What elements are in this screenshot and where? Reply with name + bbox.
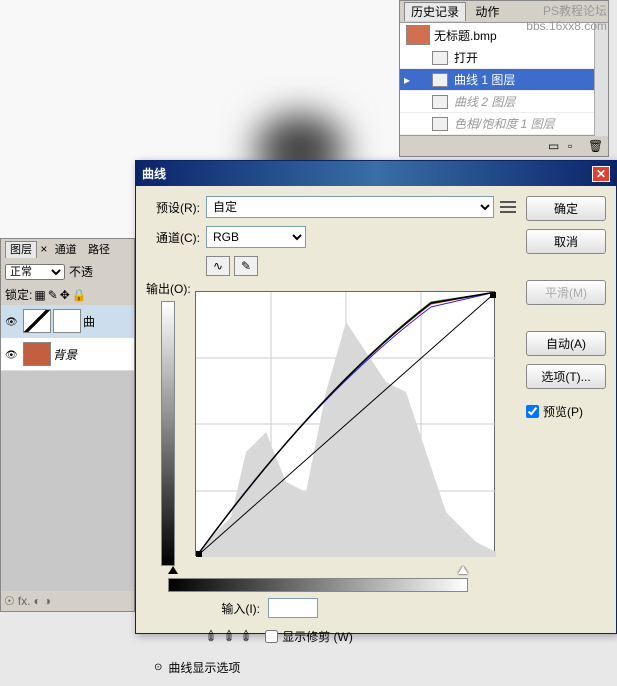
display-options-toggle[interactable]: ⊙ 曲线显示选项 — [154, 659, 516, 676]
lock-row: 锁定: ▦ ✎ ✥ 🔒 — [1, 284, 134, 305]
lock-paint-icon[interactable]: ✎ — [48, 288, 58, 302]
show-clipping-label: 显示修剪 (W) — [282, 628, 353, 645]
blend-mode-select[interactable]: 正常 — [5, 264, 65, 280]
show-clipping-checkbox[interactable] — [265, 630, 278, 643]
eyedropper-group: ✐ ✐ ✐ — [206, 628, 253, 645]
opacity-label: 不透 — [69, 263, 93, 280]
preset-menu-icon[interactable] — [500, 201, 516, 213]
tab-channels[interactable]: 通道 — [51, 242, 81, 258]
curve-graph[interactable] — [195, 291, 495, 556]
tab-paths[interactable]: 路径 — [84, 242, 114, 258]
layer-thumb-curves — [23, 309, 51, 333]
snapshot-thumb — [406, 25, 430, 45]
close-icon[interactable]: ✕ — [592, 166, 610, 182]
doc-icon — [432, 73, 448, 87]
history-scrollbar[interactable] — [594, 23, 608, 136]
chevron-icon: ⊙ — [154, 662, 162, 673]
auto-button[interactable]: 自动(A) — [526, 331, 606, 356]
input-label: 输入(I): — [206, 600, 260, 617]
lock-all-icon[interactable]: 🔒 — [72, 288, 87, 302]
history-item[interactable]: 打开 — [400, 47, 608, 69]
tab-layers[interactable]: 图层 — [5, 241, 37, 258]
lock-transparent-icon[interactable]: ▦ — [34, 288, 45, 302]
history-footer: ▭ ▫ 🗑 — [400, 135, 608, 156]
layers-footer: ☉ fx. ◐ ◑ — [1, 591, 134, 611]
channel-select[interactable]: RGB — [206, 226, 306, 248]
output-label: 输出(O): — [146, 280, 191, 297]
white-point-slider[interactable] — [458, 566, 468, 574]
curves-dialog: 曲线 ✕ 预设(R): 自定 通道(C): RGB ∿ ✎ 输出(O): — [135, 160, 617, 634]
smooth-button[interactable]: 平滑(M) — [526, 280, 606, 305]
history-item[interactable]: 曲线 2 图层 — [400, 91, 608, 113]
history-item[interactable]: ▸ 曲线 1 图层 — [400, 69, 608, 91]
new-doc-icon[interactable]: ▫ — [568, 139, 582, 153]
visibility-icon[interactable] — [5, 347, 19, 361]
new-snapshot-icon[interactable]: ▭ — [548, 139, 562, 153]
mask-icon[interactable]: ◐ — [33, 594, 40, 608]
layers-empty-area — [1, 371, 134, 591]
channel-label: 通道(C): — [146, 229, 200, 246]
doc-icon — [432, 51, 448, 65]
layer-thumb-photo — [23, 342, 51, 366]
input-sliders[interactable] — [168, 566, 468, 576]
adjust-icon[interactable]: ◑ — [44, 594, 51, 608]
layers-tabs: 图层 × 通道 路径 — [1, 239, 134, 259]
history-item[interactable]: 色相/饱和度 1 图层 — [400, 113, 608, 135]
cancel-button[interactable]: 取消 — [526, 229, 606, 254]
watermark: PS教程论坛 bbs.16xx8.com — [526, 2, 607, 33]
doc-icon — [432, 117, 448, 131]
history-list: 打开 ▸ 曲线 1 图层 曲线 2 图层 色相/饱和度 1 图层 — [400, 47, 608, 135]
fx-icon[interactable]: fx. — [18, 594, 31, 608]
layer-row[interactable]: 曲 — [1, 305, 134, 338]
curve-point-tool-icon[interactable]: ∿ — [206, 256, 230, 276]
snapshot-label: 无标题.bmp — [434, 27, 497, 44]
options-button[interactable]: 选项(T)... — [526, 364, 606, 389]
dialog-title: 曲线 — [142, 165, 166, 182]
layers-panel: 图层 × 通道 路径 正常 不透 锁定: ▦ ✎ ✥ 🔒 曲 背景 ☉ fx. … — [0, 238, 135, 612]
tab-history[interactable]: 历史记录 — [404, 2, 466, 21]
curve-editor: 输出(O): — [146, 280, 516, 566]
preview-label: 预览(P) — [543, 403, 583, 420]
preset-select[interactable]: 自定 — [206, 196, 494, 218]
input-gradient — [168, 578, 468, 592]
black-point-slider[interactable] — [168, 566, 178, 574]
tab-actions[interactable]: 动作 — [469, 3, 505, 21]
curve-pencil-tool-icon[interactable]: ✎ — [234, 256, 258, 276]
trash-icon[interactable]: 🗑 — [588, 139, 602, 153]
input-value-field[interactable] — [268, 598, 318, 618]
layer-row[interactable]: 背景 — [1, 338, 134, 371]
layers-controls: 正常 不透 — [1, 259, 134, 284]
preview-checkbox[interactable] — [526, 405, 539, 418]
link-icon[interactable]: ☉ — [4, 594, 15, 608]
ok-button[interactable]: 确定 — [526, 196, 606, 221]
doc-icon — [432, 95, 448, 109]
eyedropper-black-icon[interactable]: ✐ — [202, 626, 222, 646]
eyedropper-gray-icon[interactable]: ✐ — [219, 626, 239, 646]
output-gradient — [161, 301, 175, 566]
layer-mask-thumb — [53, 309, 81, 333]
histogram — [196, 322, 496, 557]
preset-label: 预设(R): — [146, 199, 200, 216]
lock-move-icon[interactable]: ✥ — [60, 288, 70, 302]
eyedropper-white-icon[interactable]: ✐ — [237, 626, 257, 646]
visibility-icon[interactable] — [5, 314, 19, 328]
dialog-titlebar[interactable]: 曲线 ✕ — [136, 161, 616, 186]
